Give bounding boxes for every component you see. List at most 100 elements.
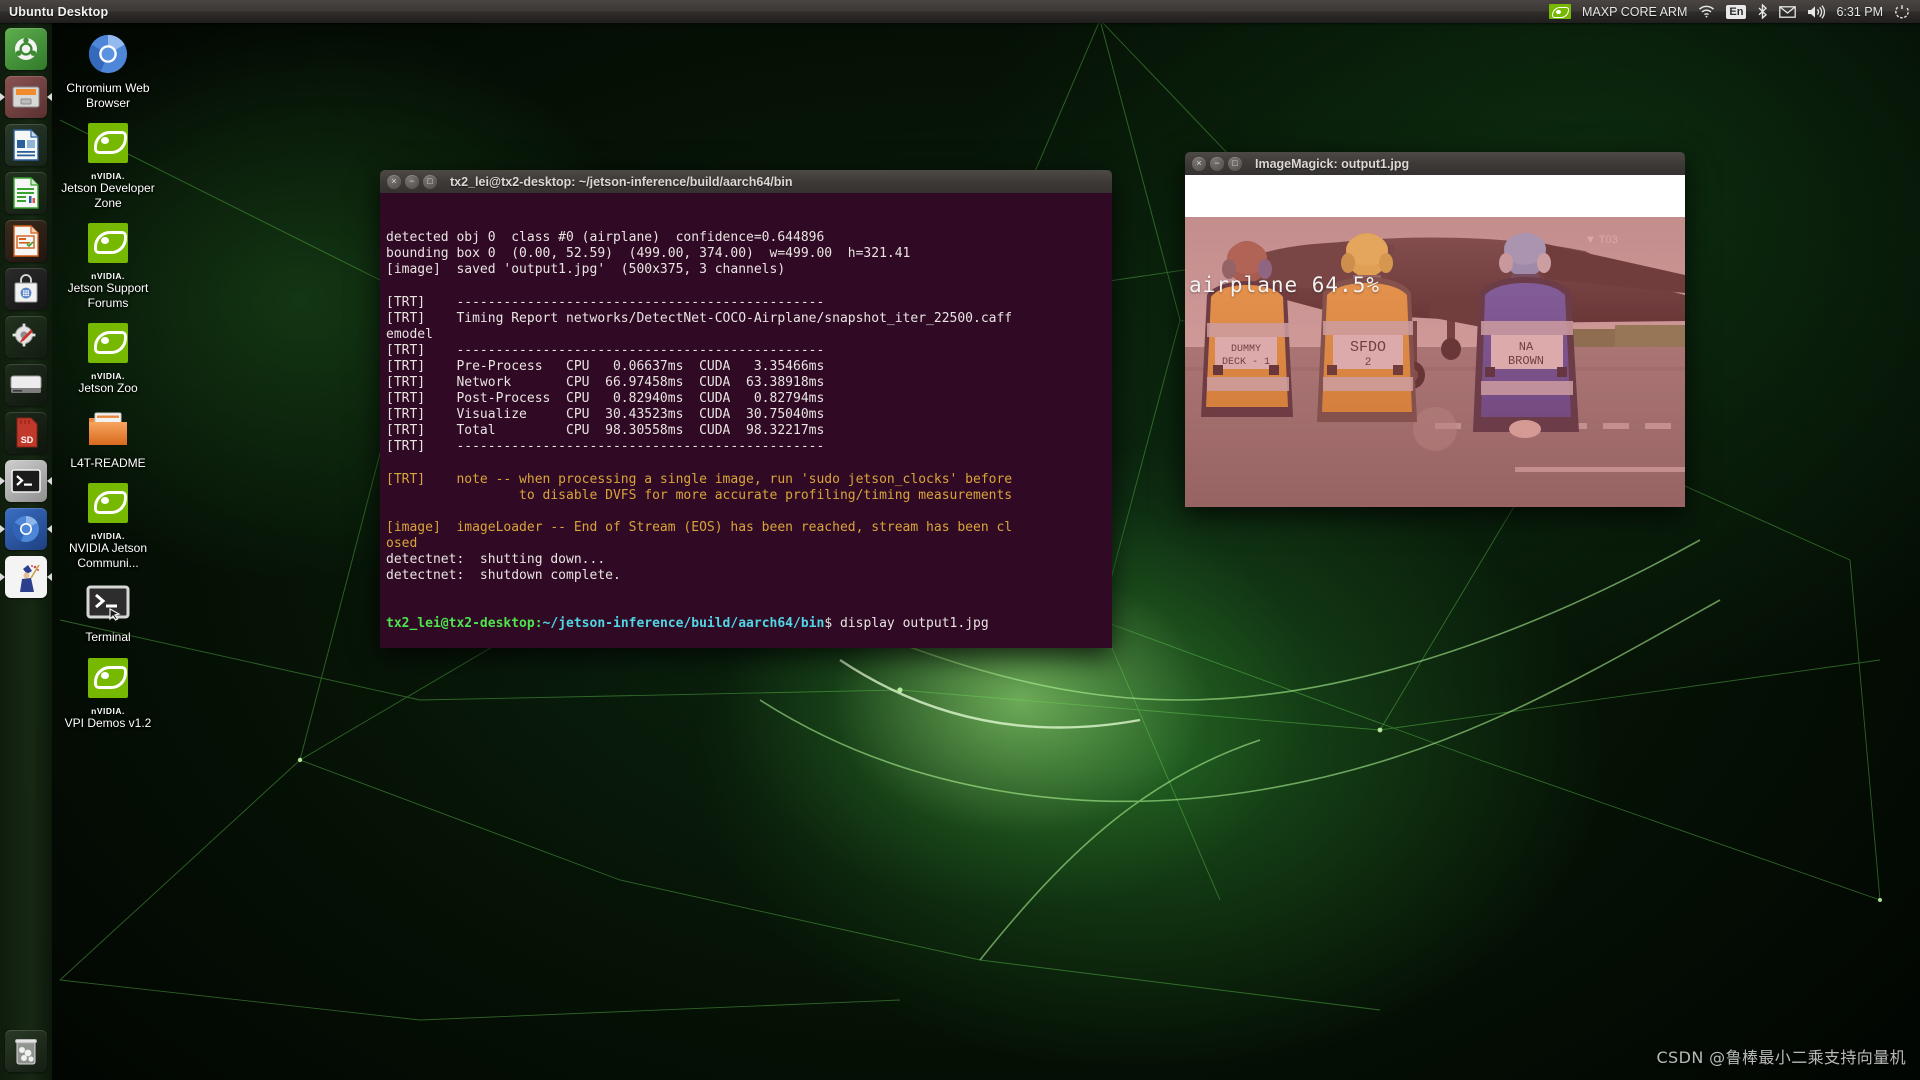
aircraft-marking: ▼ T03	[1585, 234, 1618, 246]
terminal-line: [TRT] Network CPU 66.97458ms CUDA 63.389…	[386, 375, 825, 391]
wifi-icon[interactable]	[1698, 5, 1715, 18]
launcher-item-files[interactable]	[5, 76, 47, 118]
imagemagick-body: ▼ T03 DUMMY DECK - 1 SFDO 2 NA BROWN air…	[1185, 175, 1685, 507]
airplane-scene-image: ▼ T03 DUMMY DECK - 1 SFDO 2 NA BROWN	[1185, 217, 1685, 507]
terminal-line: bounding box 0 (0.00, 52.59) (499.00, 37…	[386, 246, 911, 262]
terminal-icon	[11, 469, 41, 493]
vest-label-2-line2: 2	[1365, 357, 1372, 369]
desktop-icon-label: Jetson Support Forums	[67, 281, 149, 310]
tray-profile-label[interactable]: MAXP CORE ARM	[1582, 5, 1687, 19]
desktop-icon-label: L4T-README	[70, 455, 146, 470]
wizard-icon	[20, 564, 40, 592]
imagemagick-white-margin	[1185, 175, 1685, 217]
imagemagick-window[interactable]: × − □ ImageMagick: output1.jpg ▼ T03 DUM…	[1185, 152, 1685, 507]
desktop-icon-l4t-readme[interactable]: L4T-README	[60, 405, 156, 471]
imagemagick-title: ImageMagick: output1.jpg	[1255, 156, 1410, 171]
mail-icon[interactable]	[1779, 5, 1797, 18]
vest-label-1-line2: DECK - 1	[1222, 357, 1270, 368]
nvidia-wordmark: nVIDIA.	[91, 271, 125, 281]
terminal-line: [image] imageLoader -- End of Stream (EO…	[386, 519, 1013, 535]
desktop-icon-nvidia-jetson-community[interactable]: nVIDIA. NVIDIA Jetson Communi...	[60, 479, 156, 570]
desktop-icon-label: VPI Demos v1.2	[64, 715, 152, 730]
nvidia-logo-icon	[84, 319, 132, 367]
desktop-screen: Ubuntu Desktop MAXP CORE ARM En 6:31 PM …	[0, 0, 1920, 1080]
prompt-user-host: tx2_lei@tx2-desktop	[386, 616, 535, 632]
close-button[interactable]: ×	[1192, 156, 1206, 171]
terminal-icon	[84, 579, 132, 627]
sd-card-icon: SD	[16, 417, 38, 448]
prompt-path: ~/jetson-inference/build/aarch64/bin	[542, 616, 825, 632]
nvidia-logo-icon[interactable]	[1549, 4, 1572, 19]
launcher-item-terminal[interactable]	[5, 460, 47, 502]
desktop-icon-label: Chromium Web Browser	[66, 81, 150, 110]
launcher-item-sd-card[interactable]: SD	[5, 412, 47, 454]
vest-label-1-line1: DUMMY	[1231, 344, 1261, 355]
close-button[interactable]: ×	[387, 174, 401, 189]
launcher-item-libreoffice-impress[interactable]	[5, 220, 47, 262]
terminal-window[interactable]: × − □ tx2_lei@tx2-desktop: ~/jetson-infe…	[380, 170, 1112, 648]
minimize-button[interactable]: −	[405, 174, 419, 189]
desktop-icon-label: Jetson Zoo	[78, 381, 138, 395]
nvidia-logo-icon	[84, 654, 132, 702]
launcher-item-chromium[interactable]	[5, 508, 47, 550]
launcher-item-system-settings[interactable]	[5, 316, 47, 358]
launcher-item-disk-drive[interactable]	[5, 364, 47, 406]
launcher-item-libreoffice-writer[interactable]	[5, 124, 47, 166]
launcher-item-trash[interactable]	[5, 1030, 47, 1072]
minimize-button[interactable]: −	[1210, 156, 1224, 171]
terminal-output[interactable]: detected obj 0 class #0 (airplane) confi…	[380, 193, 1112, 648]
terminal-line: detected obj 0 class #0 (airplane) confi…	[386, 230, 825, 246]
file-cabinet-icon	[12, 86, 40, 108]
terminal-line: [TRT] ----------------------------------…	[386, 439, 825, 455]
output-image-canvas[interactable]: ▼ T03 DUMMY DECK - 1 SFDO 2 NA BROWN air…	[1185, 217, 1685, 507]
desktop-icon-label: NVIDIA Jetson Communi...	[68, 541, 148, 570]
terminal-line-list: detected obj 0 class #0 (airplane) confi…	[386, 230, 1106, 584]
desktop-icon-jetson-zoo[interactable]: nVIDIA. Jetson Zoo	[60, 319, 156, 396]
vest-label-3-line1: NA	[1519, 340, 1534, 354]
volume-icon[interactable]	[1807, 4, 1826, 19]
desktop-icon-jetson-developer-zone[interactable]: nVIDIA. Jetson Developer Zone	[60, 119, 156, 210]
prompt-command: display output1.jpg	[839, 616, 989, 632]
presentation-icon	[13, 225, 39, 257]
desktop-icon-jetson-support-forums[interactable]: nVIDIA. Jetson Support Forums	[60, 219, 156, 310]
panel-title[interactable]: Ubuntu Desktop	[0, 5, 108, 19]
desktop-icon-vpi-demos[interactable]: nVIDIA. VPI Demos v1.2	[60, 654, 156, 731]
desktop-icon-label: Terminal	[85, 630, 131, 644]
spreadsheet-icon	[13, 177, 39, 209]
nvidia-logo-icon	[84, 119, 132, 167]
desktop-icon-terminal[interactable]: Terminal	[60, 579, 156, 645]
imagemagick-titlebar[interactable]: × − □ ImageMagick: output1.jpg	[1185, 152, 1685, 175]
terminal-line: [TRT] Timing Report networks/DetectNet-C…	[386, 310, 1013, 326]
bluetooth-icon[interactable]	[1757, 4, 1768, 19]
nvidia-wordmark: nVIDIA.	[91, 171, 125, 181]
maximize-button[interactable]: □	[423, 174, 437, 189]
chromium-icon	[84, 30, 132, 78]
prompt-dollar: $	[824, 616, 840, 632]
nvidia-wordmark: nVIDIA.	[91, 705, 125, 716]
chromium-icon	[13, 516, 39, 542]
launcher-item-imagemagick[interactable]	[5, 556, 47, 598]
maximize-button[interactable]: □	[1228, 156, 1242, 171]
terminal-line: detectnet: shutting down...	[386, 552, 606, 568]
gear-power-icon[interactable]	[1894, 4, 1910, 20]
keyboard-layout-indicator[interactable]: En	[1726, 4, 1747, 19]
hard-drive-icon	[10, 375, 42, 393]
desktop-icon-chromium[interactable]: Chromium Web Browser	[60, 30, 156, 110]
launcher-item-software-center[interactable]	[5, 268, 47, 310]
desktop-icon-grid: Chromium Web Browser nVIDIA. Jetson Deve…	[60, 30, 156, 739]
clock[interactable]: 6:31 PM	[1836, 5, 1883, 19]
terminal-titlebar[interactable]: × − □ tx2_lei@tx2-desktop: ~/jetson-infe…	[380, 170, 1112, 193]
terminal-line: detectnet: shutdown complete.	[386, 568, 621, 584]
unity-launcher: SD	[0, 23, 52, 1080]
launcher-item-libreoffice-calc[interactable]	[5, 172, 47, 214]
shopping-bag-icon	[14, 274, 38, 303]
trash-icon	[15, 1039, 37, 1065]
folder-icon	[84, 405, 132, 453]
launcher-item-ubuntu-dash[interactable]	[5, 28, 47, 70]
terminal-line: [TRT] Total CPU 98.30558ms CUDA 98.32217…	[386, 423, 825, 439]
terminal-line: [TRT] Post-Process CPU 0.82940ms CUDA 0.…	[386, 391, 825, 407]
watermark: CSDN @鲁棒最小二乘支持向量机	[1656, 1048, 1906, 1067]
ubuntu-logo-icon	[15, 37, 37, 60]
